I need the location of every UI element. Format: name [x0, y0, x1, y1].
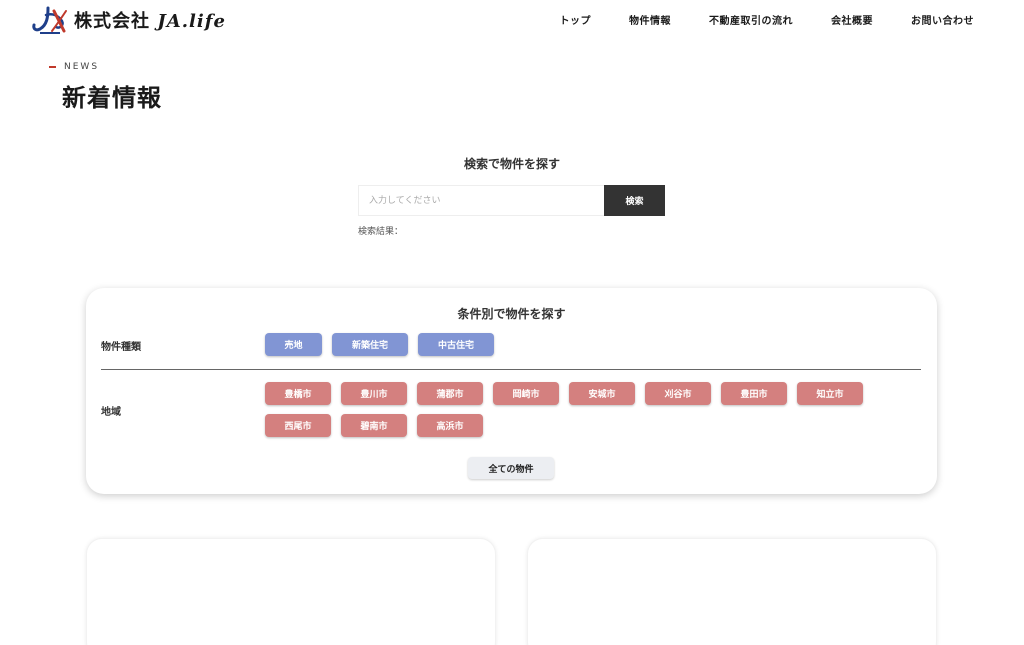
area-chip-okazaki[interactable]: 岡崎市 — [493, 382, 559, 405]
page-title: 新着情報 — [62, 83, 162, 112]
divider — [101, 369, 921, 370]
area-chip-toyokawa[interactable]: 豊川市 — [341, 382, 407, 405]
filter-title: 条件別で物件を探す — [457, 307, 566, 321]
main-nav: トップ 物件情報 不動産取引の流れ 会社概要 お問い合わせ — [560, 12, 975, 27]
property-card[interactable] — [86, 538, 496, 645]
all-properties-button[interactable]: 全ての物件 — [468, 457, 554, 479]
type-chip-new-house[interactable]: 新築住宅 — [332, 333, 408, 356]
company-prefix: 株式会社 — [74, 11, 150, 32]
search-heading: 検索で物件を探す — [463, 157, 560, 171]
logo[interactable]: 株式会社 JA.life — [30, 5, 226, 35]
area-chip-toyota[interactable]: 豊田市 — [721, 382, 787, 405]
company-name: 株式会社 JA.life — [74, 7, 226, 33]
search-button[interactable]: 検索 — [604, 185, 665, 216]
logo-mark-icon — [30, 5, 68, 35]
area-chip-takahama[interactable]: 高浜市 — [417, 414, 483, 437]
property-type-label: 物件種類 — [101, 342, 141, 353]
section-label: NEWS — [49, 62, 99, 72]
area-chip-anjo[interactable]: 安城市 — [569, 382, 635, 405]
area-chip-gamagori[interactable]: 蒲郡市 — [417, 382, 483, 405]
area-chip-nishio[interactable]: 西尾市 — [265, 414, 331, 437]
property-card[interactable] — [527, 538, 937, 645]
nav-item-properties[interactable]: 物件情報 — [629, 12, 671, 27]
property-type-chips: 売地 新築住宅 中古住宅 — [265, 333, 885, 356]
company-name-en: JA.life — [157, 11, 226, 32]
search-result-label: 検索結果： — [358, 227, 404, 237]
area-chip-chiryu[interactable]: 知立市 — [797, 382, 863, 405]
site-header: 株式会社 JA.life トップ 物件情報 不動産取引の流れ 会社概要 お問い合… — [0, 0, 1024, 40]
area-chip-kariya[interactable]: 刈谷市 — [645, 382, 711, 405]
type-chip-land[interactable]: 売地 — [265, 333, 322, 356]
section-label-en: NEWS — [64, 62, 100, 72]
area-chip-hekinan[interactable]: 碧南市 — [341, 414, 407, 437]
nav-item-contact[interactable]: お問い合わせ — [911, 12, 974, 27]
nav-item-company[interactable]: 会社概要 — [831, 12, 873, 27]
search-form: 検索 — [358, 185, 665, 216]
nav-item-top[interactable]: トップ — [560, 12, 592, 27]
search-input[interactable] — [358, 185, 604, 216]
area-label: 地域 — [101, 407, 121, 418]
area-chip-toyohashi[interactable]: 豊橋市 — [265, 382, 331, 405]
filter-panel: 条件別で物件を探す 物件種類 売地 新築住宅 中古住宅 地域 豊橋市 豊川市 蒲… — [86, 288, 937, 494]
area-chips: 豊橋市 豊川市 蒲郡市 岡崎市 安城市 刈谷市 豊田市 知立市 西尾市 碧南市 … — [265, 382, 885, 437]
accent-dash — [49, 66, 56, 68]
nav-item-flow[interactable]: 不動産取引の流れ — [709, 12, 793, 27]
type-chip-used-house[interactable]: 中古住宅 — [418, 333, 494, 356]
